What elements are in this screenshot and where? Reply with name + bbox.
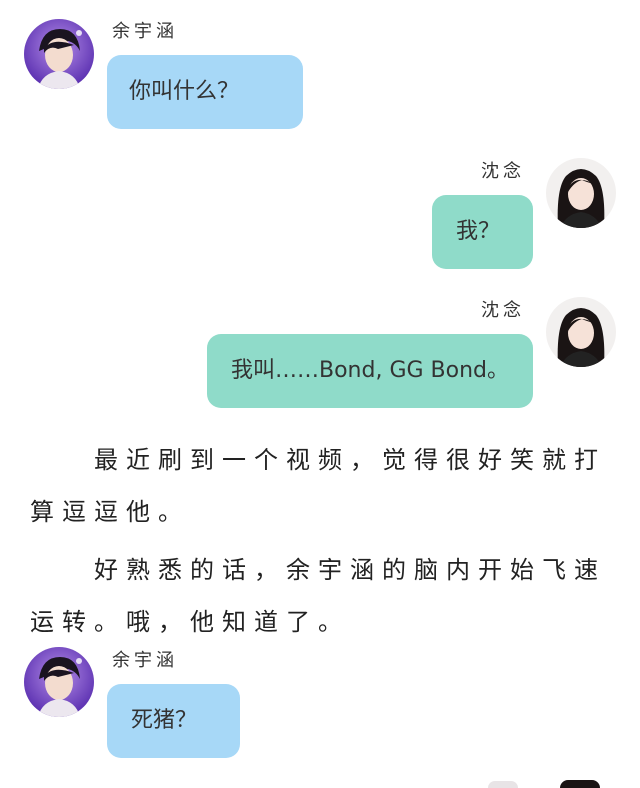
female-avatar-icon[interactable] <box>546 158 616 228</box>
sender-name: 沈念 <box>481 300 525 321</box>
male-avatar-icon[interactable] <box>24 647 94 717</box>
message-bubble[interactable]: 死猪？ <box>107 684 240 758</box>
sender-name: 余宇涵 <box>112 21 178 42</box>
sender-name: 余宇涵 <box>112 650 178 671</box>
male-avatar-icon[interactable] <box>24 19 94 89</box>
partial-avatar <box>488 781 518 788</box>
female-avatar-icon[interactable] <box>546 297 616 367</box>
message-bubble[interactable]: 你叫什么？ <box>107 55 303 129</box>
partial-avatar <box>560 780 600 788</box>
narration-paragraph: 最近刷到一个视频，觉得很好笑就打算逗逗他。 <box>30 446 606 526</box>
narration-paragraph: 好熟悉的话，余宇涵的脑内开始飞速运转。哦，他知道了。 <box>30 556 606 636</box>
message-bubble[interactable]: 我？ <box>432 195 533 269</box>
message-bubble[interactable]: 我叫……Bond, GG Bond。 <box>207 334 533 408</box>
sender-name: 沈念 <box>481 161 525 182</box>
